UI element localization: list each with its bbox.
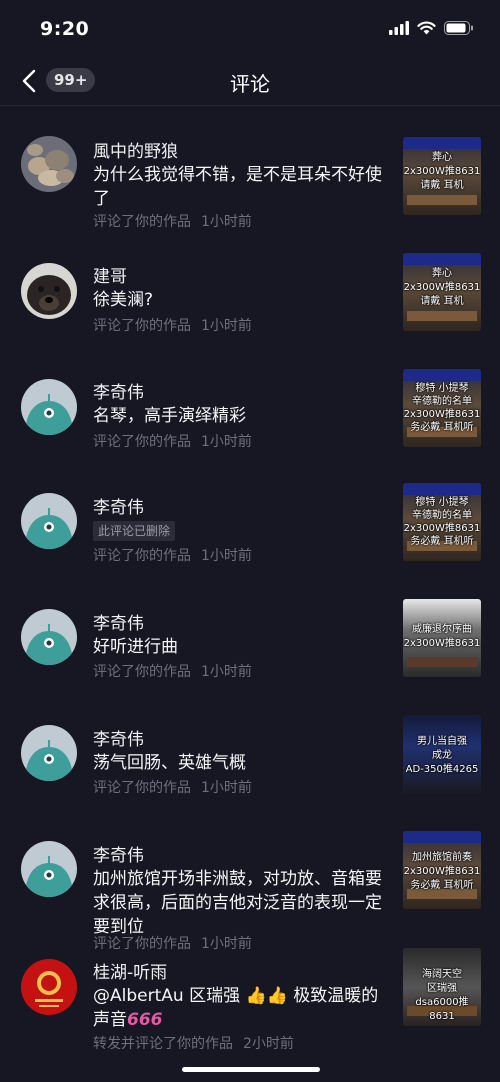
video-thumbnail[interactable]: 海阔天空 区瑞强 dsa6000推8631 [403,948,481,1026]
avatar[interactable] [21,493,77,549]
thumbnail-caption: 穆特 小提琴 辛德勒的名单 2x300W推8631 务必戴 耳机听 [403,497,481,547]
comment-meta: 转发并评论了你的作品 2小时前 [93,1033,294,1053]
avatar[interactable] [21,841,77,897]
video-thumbnail[interactable]: 穆特 小提琴 辛德勒的名单 2x300W推8631 务必戴 耳机听 [403,369,481,447]
list-item[interactable]: 李奇伟 此评论已删除 评论了你的作品 1小时前 穆特 小提琴 辛德勒的名单 2x3… [0,455,500,571]
comment-meta: 评论了你的作品 1小时前 [93,315,252,335]
status-icons [389,21,474,35]
cellular-signal-icon [389,21,409,35]
comment-list: 風中的野狼 为什么我觉得不错，是不是耳朵不好使了 评论了你的作品 1小时前 葬心 … [0,107,500,1063]
thumbnail-caption: 葬心 2x300W推8631 请戴 耳机 [403,268,481,307]
comment-meta: 评论了你的作品 1小时前 [93,661,252,681]
thumbnail-caption: 葬心 2x300W推8631 请戴 耳机 [403,152,481,191]
video-thumbnail[interactable]: 加州旅馆前奏 2x300W推8631 务必戴 耳机听 [403,831,481,909]
user-name[interactable]: 桂湖-听雨 [93,958,167,983]
comment-text: 荡气回肠、英雄气概 [93,753,246,773]
timestamp: 1小时前 [201,548,252,564]
comment-meta: 评论了你的作品 1小时前 [93,431,252,451]
comment-text: 为什么我觉得不错，是不是耳朵不好使了 [93,165,382,209]
comment-text: 好听进行曲 [93,637,178,657]
comment-text: 加州旅馆开场非洲鼓，对功放、音箱要求很高，后面的吉他对泛音的表现一定要到位 [93,869,382,937]
avatar[interactable] [21,959,77,1015]
video-thumbnail[interactable]: 葬心 2x300W推8631 请戴 耳机 [403,137,481,215]
avatar[interactable] [21,136,77,192]
video-thumbnail[interactable]: 葬心 2x300W推8631 请戴 耳机 [403,253,481,331]
avatar[interactable] [21,609,77,665]
user-name[interactable]: 李奇伟 [93,609,144,634]
deleted-comment-badge: 此评论已删除 [93,521,176,541]
timestamp: 1小时前 [201,434,252,450]
comment-meta: 评论了你的作品 1小时前 [93,777,252,797]
action-text: 评论了你的作品 [93,780,191,796]
timestamp: 1小时前 [201,780,252,796]
video-thumbnail[interactable]: 威廉退尔序曲 2x300W推8631 [403,599,481,677]
battery-icon [444,21,473,35]
thumbnail-caption: 威廉退尔序曲 2x300W推8631 [403,624,481,649]
timestamp: 2小时前 [243,1036,294,1052]
comment-text: @AlbertAu 区瑞强 👍👍 极致温暖的声音666 [93,984,393,1032]
timestamp: 1小时前 [201,318,252,334]
comment-text: 徐美澜? [93,290,154,310]
comment-meta: 评论了你的作品 1小时前 [93,545,252,565]
thumbnail-caption: 男儿当自强 成龙 AD-350推4265 [405,736,479,775]
thumbnail-caption: 加州旅馆前奏 2x300W推8631 务必戴 耳机听 [403,852,481,891]
action-text: 转发并评论了你的作品 [93,1036,233,1052]
timestamp: 1小时前 [201,664,252,680]
avatar[interactable] [21,379,77,435]
action-text: 评论了你的作品 [93,318,191,334]
list-item[interactable]: 李奇伟 名琴，高手演绎精彩 评论了你的作品 1小时前 穆特 小提琴 辛德勒的名单 … [0,339,500,455]
thumbnail-caption: 海阔天空 区瑞强 dsa6000推8631 [415,969,469,1022]
nav-bar: 99+ 评论 [0,58,500,106]
user-name[interactable]: 李奇伟 [93,841,144,866]
avatar[interactable] [21,725,77,781]
page-title: 评论 [230,72,270,96]
home-indicator[interactable] [182,1067,320,1072]
status-bar: 9:20 [0,0,500,62]
avatar[interactable] [21,263,77,319]
action-text: 评论了你的作品 [93,548,191,564]
wifi-icon [417,21,436,35]
list-item[interactable]: 李奇伟 加州旅馆开场非洲鼓，对功放、音箱要求很高，后面的吉他对泛音的表现一定要到… [0,803,500,952]
video-thumbnail[interactable]: 男儿当自强 成龙 AD-350推4265 [403,715,481,793]
user-name[interactable]: 李奇伟 [93,378,144,403]
status-time: 9:20 [40,18,90,40]
user-name[interactable]: 李奇伟 [93,725,144,750]
user-name[interactable]: 李奇伟 [93,493,144,518]
list-item[interactable]: 桂湖-听雨 @AlbertAu 区瑞强 👍👍 极致温暖的声音666 转发并评论了… [0,943,500,1063]
action-text: 评论了你的作品 [93,434,191,450]
thumbnail-caption: 穆特 小提琴 辛德勒的名单 2x300W推8631 务必戴 耳机听 [403,383,481,433]
video-thumbnail[interactable]: 穆特 小提琴 辛德勒的名单 2x300W推8631 务必戴 耳机听 [403,483,481,561]
user-name[interactable]: 風中的野狼 [93,137,178,162]
comment-text: 名琴，高手演绎精彩 [93,406,246,426]
list-item[interactable]: 李奇伟 好听进行曲 评论了你的作品 1小时前 威廉退尔序曲 2x300W推8631 [0,571,500,687]
user-name[interactable]: 建哥 [93,262,127,287]
list-item[interactable]: 李奇伟 荡气回肠、英雄气概 评论了你的作品 1小时前 男儿当自强 成龙 AD-35… [0,687,500,803]
comment-emoji-666: 666 [127,1010,163,1030]
list-item[interactable]: 建哥 徐美澜? 评论了你的作品 1小时前 葬心 2x300W推8631 请戴 耳机 [0,223,500,339]
list-item[interactable]: 風中的野狼 为什么我觉得不错，是不是耳朵不好使了 评论了你的作品 1小时前 葬心 … [0,107,500,230]
action-text: 评论了你的作品 [93,664,191,680]
